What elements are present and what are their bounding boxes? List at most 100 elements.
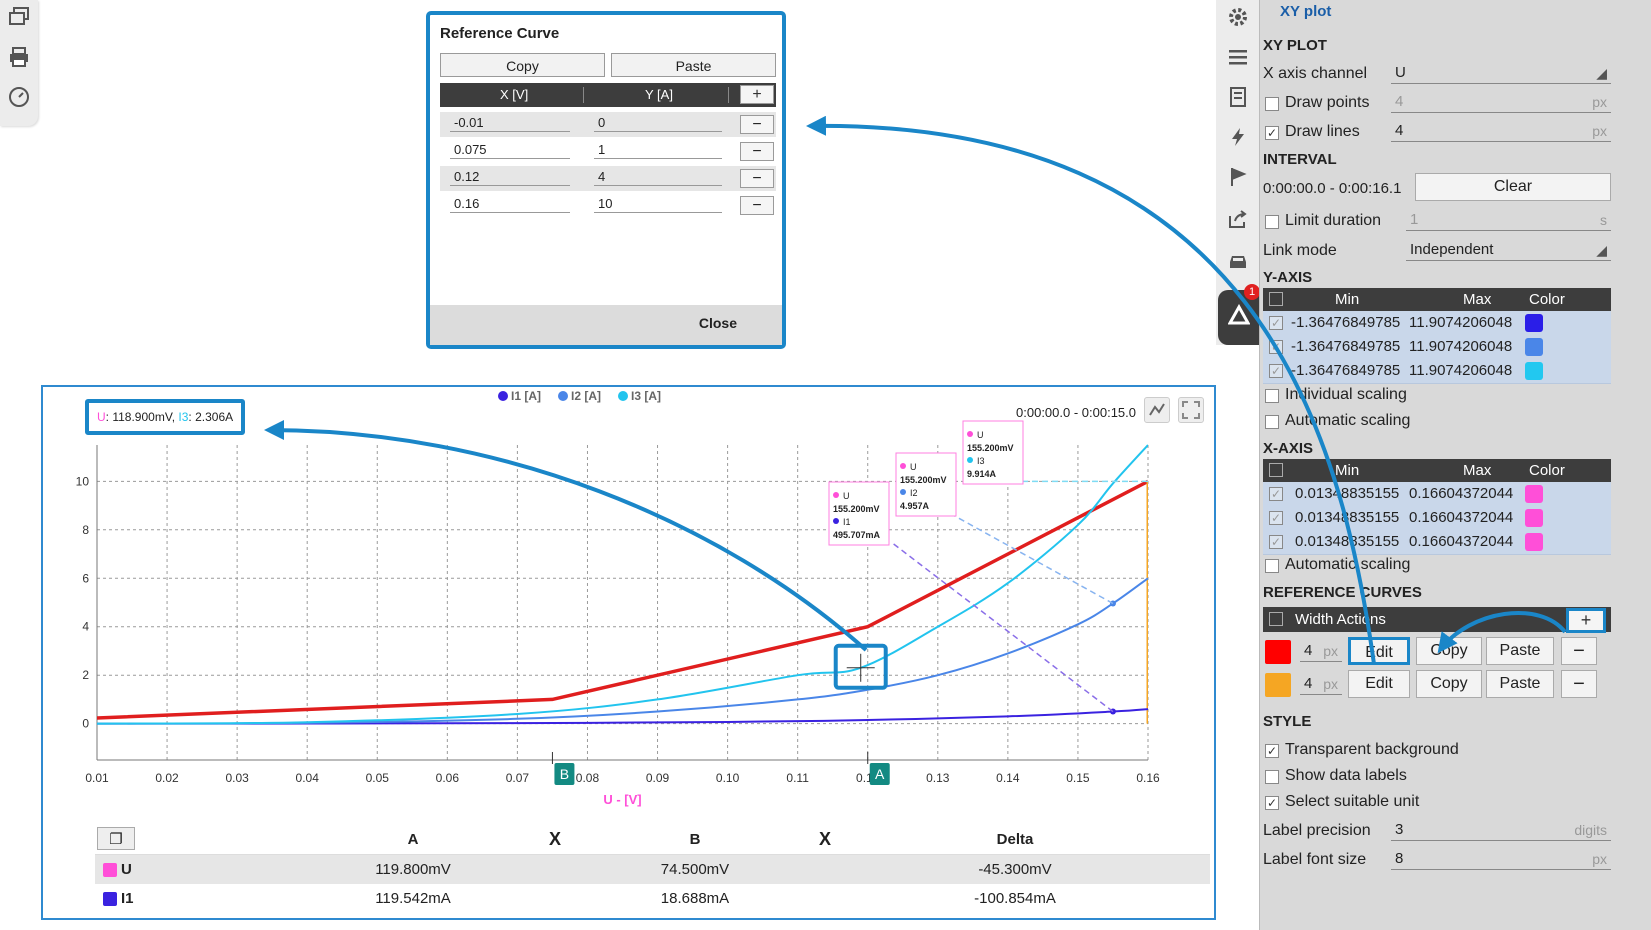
value-b: 18.688mA <box>660 890 730 907</box>
x-axis-min[interactable]: 0.01348835155 <box>1295 530 1399 554</box>
dialog-paste-button[interactable]: Paste <box>611 53 776 77</box>
reference-remove-minus-icon[interactable]: − <box>1561 637 1597 665</box>
tooltip-label-u: U <box>910 462 917 472</box>
x-axis-max[interactable]: 0.16604372044 <box>1409 482 1513 506</box>
y-axis-row-checkbox[interactable]: ✓ <box>1269 316 1283 330</box>
draw-lines-checkbox[interactable]: ✓ <box>1265 126 1279 140</box>
y-axis-color-swatch[interactable] <box>1525 362 1543 380</box>
windows-icon[interactable] <box>8 6 30 28</box>
y-axis-min[interactable]: -1.36476849785 <box>1291 335 1400 359</box>
add-reference-plus-icon[interactable]: + <box>1566 608 1606 633</box>
row-y-input[interactable]: 10 <box>594 196 722 213</box>
row-x-input[interactable]: -0.01 <box>450 115 570 132</box>
cursor-b-label: B <box>560 766 569 782</box>
reference-edit-button[interactable]: Edit <box>1348 670 1410 698</box>
row-x-input[interactable]: 0.075 <box>450 142 570 159</box>
car-icon[interactable] <box>1227 250 1249 272</box>
reference-edit-button[interactable]: Edit <box>1348 637 1410 665</box>
reference-width-input[interactable]: 4 px <box>1300 640 1342 662</box>
reference-copy-button[interactable]: Copy <box>1416 670 1482 698</box>
draw-points-checkbox[interactable] <box>1265 97 1279 111</box>
y-axis-select-all[interactable] <box>1269 292 1283 306</box>
remove-row-minus-icon[interactable]: − <box>740 169 774 188</box>
x-axis-row-checkbox[interactable]: ✓ <box>1269 535 1283 549</box>
row-x-input[interactable]: 0.16 <box>450 196 570 213</box>
suitable-unit-checkbox[interactable]: ✓ <box>1265 796 1279 810</box>
show-data-labels-checkbox[interactable] <box>1265 770 1279 784</box>
x-axis-select-all[interactable] <box>1269 463 1283 477</box>
list-icon[interactable] <box>1227 46 1249 68</box>
reference-paste-button[interactable]: Paste <box>1486 670 1554 698</box>
automatic-scaling-checkbox[interactable] <box>1265 415 1279 429</box>
reference-select-all[interactable] <box>1269 612 1283 626</box>
x-axis-color-swatch[interactable] <box>1525 533 1543 551</box>
x-axis-color-swatch[interactable] <box>1525 485 1543 503</box>
label-font-size-input[interactable]: 8 px <box>1391 848 1611 870</box>
row-x-input[interactable]: 0.12 <box>450 169 570 186</box>
y-axis-color-swatch[interactable] <box>1525 338 1543 356</box>
reference-width-input[interactable]: 4 px <box>1300 673 1342 695</box>
transparent-bg-checkbox[interactable]: ✓ <box>1265 744 1279 758</box>
flag-icon[interactable] <box>1227 166 1249 188</box>
y-axis-min[interactable]: -1.36476849785 <box>1291 311 1400 335</box>
individual-scaling-checkbox[interactable] <box>1265 389 1279 403</box>
legend-entry[interactable]: I2 [A] <box>571 389 601 403</box>
x-automatic-scaling-checkbox[interactable] <box>1265 559 1279 573</box>
dialog-close-button[interactable]: Close <box>699 315 737 331</box>
add-row-plus-icon[interactable]: + <box>740 85 774 104</box>
triangle-plot-icon <box>1228 304 1250 325</box>
remove-row-minus-icon[interactable]: − <box>740 196 774 215</box>
x-axis-max[interactable]: 0.16604372044 <box>1409 530 1513 554</box>
label-precision-input[interactable]: 3 digits <box>1391 819 1611 841</box>
reference-remove-minus-icon[interactable]: − <box>1561 670 1597 698</box>
link-mode-select[interactable]: Independent ◢ <box>1406 239 1611 261</box>
tab-xy-plot[interactable]: 1 <box>1218 284 1260 345</box>
row-y-input[interactable]: 4 <box>594 169 722 186</box>
gauge-icon[interactable] <box>8 86 30 108</box>
xy-chart[interactable]: 0.01 0.02 0.03 0.04 0.05 0.06 0.07 0.08 0.09 0.10… <box>43 387 1214 817</box>
reference-copy-button[interactable]: Copy <box>1416 637 1482 665</box>
export-icon[interactable] <box>1227 208 1249 230</box>
y-axis-color-swatch[interactable] <box>1525 314 1543 332</box>
row-y-input[interactable]: 0 <box>594 115 722 132</box>
legend-entry[interactable]: I1 [A] <box>511 389 541 403</box>
reference-paste-button[interactable]: Paste <box>1486 637 1554 665</box>
x-axis-min[interactable]: 0.01348835155 <box>1295 506 1399 530</box>
printer-icon[interactable] <box>8 46 30 68</box>
x-axis-max[interactable]: 0.16604372044 <box>1409 506 1513 530</box>
x-axis-min[interactable]: 0.01348835155 <box>1295 482 1399 506</box>
reference-color-swatch[interactable] <box>1265 640 1291 664</box>
x-tick-label: 0.15 <box>1066 771 1090 785</box>
remove-row-minus-icon[interactable]: − <box>740 142 774 161</box>
lightning-icon[interactable] <box>1227 126 1249 148</box>
x-axis-row: ✓ 0.01348835155 0.16604372044 <box>1263 506 1611 531</box>
report-icon[interactable] <box>1227 86 1249 108</box>
x-tick-label: 0.04 <box>296 771 320 785</box>
y-tick-label: 6 <box>82 571 89 585</box>
x-axis-row-checkbox[interactable]: ✓ <box>1269 487 1283 501</box>
y-axis-min[interactable]: -1.36476849785 <box>1291 359 1400 383</box>
header-x-2[interactable]: X <box>795 825 855 854</box>
dialog-copy-button[interactable]: Copy <box>440 53 605 77</box>
legend-entry[interactable]: I3 [A] <box>631 389 661 403</box>
y-axis-max[interactable]: 11.9074206048 <box>1409 335 1512 359</box>
x-axis-color-swatch[interactable] <box>1525 509 1543 527</box>
row-y-input[interactable]: 1 <box>594 142 722 159</box>
x-axis-row-checkbox[interactable]: ✓ <box>1269 511 1283 525</box>
notification-badge: 1 <box>1244 284 1260 300</box>
limit-duration-checkbox[interactable] <box>1265 215 1279 229</box>
y-axis-row-checkbox[interactable]: ✓ <box>1269 340 1283 354</box>
y-axis-row-checkbox[interactable]: ✓ <box>1269 364 1283 378</box>
copy-table-icon[interactable]: ❐ <box>97 827 135 850</box>
draw-points-input[interactable]: 4 px <box>1391 91 1611 113</box>
clear-button[interactable]: Clear <box>1415 173 1611 201</box>
y-axis-max[interactable]: 11.9074206048 <box>1409 359 1512 383</box>
remove-row-minus-icon[interactable]: − <box>740 115 774 134</box>
draw-lines-input[interactable]: 4 px <box>1391 120 1611 142</box>
header-x-1[interactable]: X <box>525 825 585 854</box>
x-channel-select[interactable]: U ◢ <box>1391 62 1611 84</box>
gear-icon[interactable] <box>1227 6 1249 28</box>
reference-color-swatch[interactable] <box>1265 673 1291 697</box>
y-axis-max[interactable]: 11.9074206048 <box>1409 311 1512 335</box>
limit-duration-input[interactable]: 1s <box>1406 209 1611 231</box>
